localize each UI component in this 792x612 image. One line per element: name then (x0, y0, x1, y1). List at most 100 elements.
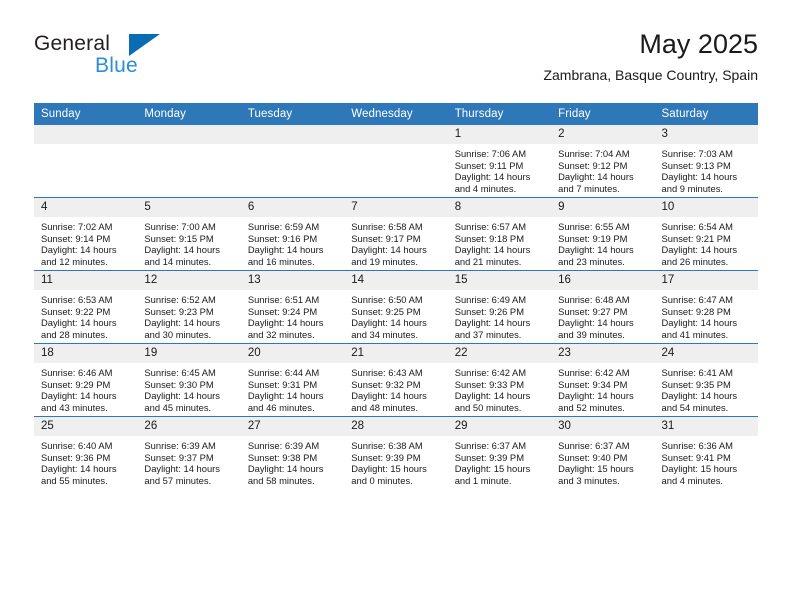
day-details: Sunrise: 6:48 AM Sunset: 9:27 PM Dayligh… (551, 290, 654, 340)
daylight-text-line2: and 48 minutes. (351, 401, 418, 413)
day-number: 27 (240, 417, 345, 436)
sunset-text: Sunset: 9:38 PM (247, 451, 318, 463)
daylight-text-line2: and 54 minutes. (661, 401, 729, 413)
day-details: Sunrise: 6:58 AM Sunset: 9:17 PM Dayligh… (344, 217, 447, 267)
day-details: Sunrise: 7:04 AM Sunset: 9:12 PM Dayligh… (551, 144, 654, 194)
daylight-text-line2: and 32 minutes. (247, 328, 315, 340)
day-cell[interactable]: 11 Sunrise: 6:53 AM Sunset: 9:22 PM Dayl… (34, 270, 138, 344)
day-cell[interactable] (137, 125, 241, 198)
daylight-text-line2: and 58 minutes. (247, 474, 315, 486)
daylight-text-line1: Daylight: 14 hours (558, 390, 634, 402)
sunset-text: Sunset: 9:36 PM (41, 451, 111, 463)
daylight-text-line2: and 21 minutes. (454, 255, 522, 267)
day-cell[interactable]: 12 Sunrise: 6:52 AM Sunset: 9:23 PM Dayl… (137, 270, 241, 344)
daylight-text-line1: Daylight: 14 hours (351, 244, 427, 256)
sunset-text: Sunset: 9:11 PM (454, 159, 524, 171)
sunrise-text: Sunrise: 6:37 AM (558, 440, 630, 451)
day-number: 13 (240, 271, 345, 290)
day-cell[interactable]: 1 Sunrise: 7:06 AM Sunset: 9:11 PM Dayli… (447, 125, 552, 198)
day-cell[interactable]: 18 Sunrise: 6:46 AM Sunset: 9:29 PM Dayl… (34, 343, 138, 417)
day-cell[interactable]: 15 Sunrise: 6:49 AM Sunset: 9:26 PM Dayl… (447, 270, 552, 344)
day-details: Sunrise: 7:06 AM Sunset: 9:11 PM Dayligh… (448, 144, 551, 194)
daylight-text-line2: and 7 minutes. (558, 182, 620, 194)
day-number (240, 125, 345, 144)
day-number: 17 (654, 271, 758, 290)
day-cell[interactable]: 13 Sunrise: 6:51 AM Sunset: 9:24 PM Dayl… (240, 270, 345, 344)
day-cell[interactable]: 10 Sunrise: 6:54 AM Sunset: 9:21 PM Dayl… (654, 197, 758, 271)
sunset-text: Sunset: 9:31 PM (247, 378, 318, 390)
weekday-header-monday: Monday (137, 103, 241, 125)
sunset-text: Sunset: 9:29 PM (41, 378, 111, 390)
day-details: Sunrise: 6:39 AM Sunset: 9:37 PM Dayligh… (137, 436, 240, 486)
day-cell[interactable]: 16 Sunrise: 6:48 AM Sunset: 9:27 PM Dayl… (551, 270, 655, 344)
week-row: 4 Sunrise: 7:02 AM Sunset: 9:14 PM Dayli… (34, 197, 758, 271)
sunrise-text: Sunrise: 6:37 AM (454, 440, 527, 451)
daylight-text-line1: Daylight: 14 hours (247, 317, 324, 329)
day-cell[interactable]: 25 Sunrise: 6:40 AM Sunset: 9:36 PM Dayl… (34, 416, 138, 489)
day-number: 28 (344, 417, 448, 436)
day-details: Sunrise: 6:39 AM Sunset: 9:38 PM Dayligh… (241, 436, 344, 486)
day-cell[interactable]: 28 Sunrise: 6:38 AM Sunset: 9:39 PM Dayl… (344, 416, 448, 489)
day-cell[interactable]: 7 Sunrise: 6:58 AM Sunset: 9:17 PM Dayli… (344, 197, 448, 271)
day-number: 21 (344, 344, 448, 363)
sunset-text: Sunset: 9:27 PM (558, 305, 628, 317)
day-cell[interactable]: 14 Sunrise: 6:50 AM Sunset: 9:25 PM Dayl… (344, 270, 448, 344)
daylight-text-line1: Daylight: 14 hours (144, 317, 220, 329)
day-number: 15 (447, 271, 552, 290)
day-number: 9 (551, 198, 655, 217)
daylight-text-line2: and 46 minutes. (247, 401, 315, 413)
day-cell[interactable]: 4 Sunrise: 7:02 AM Sunset: 9:14 PM Dayli… (34, 197, 138, 271)
day-cell[interactable]: 21 Sunrise: 6:43 AM Sunset: 9:32 PM Dayl… (344, 343, 448, 417)
day-number: 19 (137, 344, 241, 363)
week-row: 1 Sunrise: 7:06 AM Sunset: 9:11 PM Dayli… (34, 125, 758, 198)
daylight-text-line2: and 19 minutes. (351, 255, 418, 267)
day-cell[interactable]: 6 Sunrise: 6:59 AM Sunset: 9:16 PM Dayli… (240, 197, 345, 271)
day-details: Sunrise: 6:38 AM Sunset: 9:39 PM Dayligh… (344, 436, 447, 486)
day-cell[interactable] (240, 125, 345, 198)
day-cell[interactable]: 22 Sunrise: 6:42 AM Sunset: 9:33 PM Dayl… (447, 343, 552, 417)
logo-word-blue: Blue (95, 54, 138, 77)
day-details: Sunrise: 6:40 AM Sunset: 9:36 PM Dayligh… (34, 436, 137, 486)
day-details: Sunrise: 6:47 AM Sunset: 9:28 PM Dayligh… (655, 290, 758, 340)
day-cell[interactable]: 24 Sunrise: 6:41 AM Sunset: 9:35 PM Dayl… (654, 343, 758, 417)
day-cell[interactable]: 31 Sunrise: 6:36 AM Sunset: 9:41 PM Dayl… (654, 416, 758, 489)
sunset-text: Sunset: 9:26 PM (454, 305, 524, 317)
day-cell[interactable]: 27 Sunrise: 6:39 AM Sunset: 9:38 PM Dayl… (240, 416, 345, 489)
daylight-text-line1: Daylight: 14 hours (454, 171, 531, 183)
day-cell[interactable]: 9 Sunrise: 6:55 AM Sunset: 9:19 PM Dayli… (551, 197, 655, 271)
sunrise-text: Sunrise: 6:42 AM (558, 367, 630, 378)
day-cell[interactable]: 5 Sunrise: 7:00 AM Sunset: 9:15 PM Dayli… (137, 197, 241, 271)
page-subtitle: Zambrana, Basque Country, Spain (543, 67, 758, 83)
day-cell[interactable]: 29 Sunrise: 6:37 AM Sunset: 9:39 PM Dayl… (447, 416, 552, 489)
daylight-text-line1: Daylight: 14 hours (558, 317, 634, 329)
daylight-text-line2: and 55 minutes. (41, 474, 108, 486)
day-cell[interactable]: 19 Sunrise: 6:45 AM Sunset: 9:30 PM Dayl… (137, 343, 241, 417)
day-cell[interactable] (344, 125, 448, 198)
daylight-text-line2: and 12 minutes. (41, 255, 108, 267)
daylight-text-line2: and 39 minutes. (558, 328, 625, 340)
day-cell[interactable]: 26 Sunrise: 6:39 AM Sunset: 9:37 PM Dayl… (137, 416, 241, 489)
day-cell[interactable]: 20 Sunrise: 6:44 AM Sunset: 9:31 PM Dayl… (240, 343, 345, 417)
day-cell[interactable]: 23 Sunrise: 6:42 AM Sunset: 9:34 PM Dayl… (551, 343, 655, 417)
day-cell[interactable]: 17 Sunrise: 6:47 AM Sunset: 9:28 PM Dayl… (654, 270, 758, 344)
day-cell[interactable]: 30 Sunrise: 6:37 AM Sunset: 9:40 PM Dayl… (551, 416, 655, 489)
weekday-header-wednesday: Wednesday (344, 103, 448, 125)
sunrise-text: Sunrise: 6:39 AM (144, 440, 216, 451)
day-details: Sunrise: 6:43 AM Sunset: 9:32 PM Dayligh… (344, 363, 447, 413)
brand-logo[interactable]: General Blue (34, 32, 214, 84)
daylight-text-line2: and 52 minutes. (558, 401, 625, 413)
day-cell[interactable]: 3 Sunrise: 7:03 AM Sunset: 9:13 PM Dayli… (654, 125, 758, 198)
day-number: 16 (551, 271, 655, 290)
sunrise-text: Sunrise: 6:40 AM (41, 440, 113, 451)
day-cell[interactable]: 8 Sunrise: 6:57 AM Sunset: 9:18 PM Dayli… (447, 197, 552, 271)
daylight-text-line1: Daylight: 14 hours (41, 463, 117, 475)
day-number: 31 (654, 417, 758, 436)
sunset-text: Sunset: 9:32 PM (351, 378, 421, 390)
day-cell[interactable] (34, 125, 138, 198)
day-cell[interactable]: 2 Sunrise: 7:04 AM Sunset: 9:12 PM Dayli… (551, 125, 655, 198)
day-number: 2 (551, 125, 655, 144)
daylight-text-line1: Daylight: 14 hours (41, 390, 117, 402)
sunset-text: Sunset: 9:35 PM (661, 378, 731, 390)
day-number (344, 125, 448, 144)
sunrise-text: Sunrise: 6:38 AM (351, 440, 423, 451)
